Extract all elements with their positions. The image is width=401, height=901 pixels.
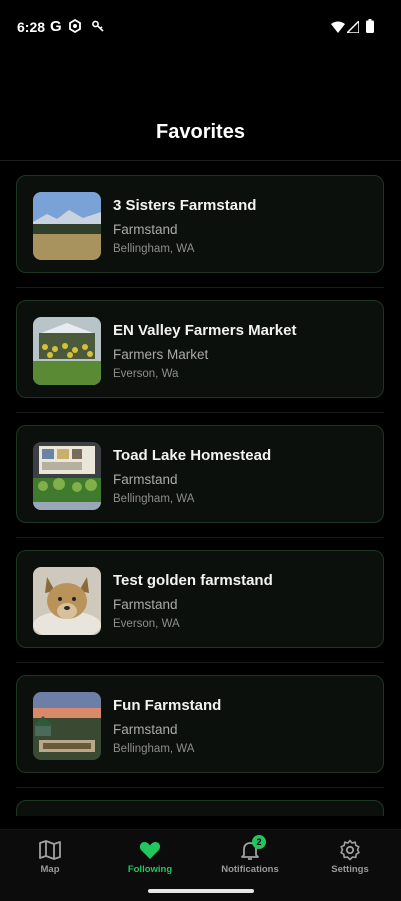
farm-thumbnail [33, 317, 101, 385]
page-title: Favorites [156, 121, 245, 143]
divider [16, 412, 384, 413]
farm-thumbnail [33, 567, 101, 635]
farm-type: Farmstand [113, 722, 178, 737]
status-time: 6:28 [17, 19, 46, 35]
signal-icon [345, 19, 360, 38]
farm-type: Farmers Market [113, 347, 209, 362]
favorite-card[interactable]: EN Valley Farmers Market Farmers Market … [16, 300, 384, 398]
map-icon [38, 838, 62, 862]
heart-icon [138, 838, 162, 862]
nav-notifications-label: Notifications [221, 864, 279, 875]
divider [16, 787, 384, 788]
farm-name: Fun Farmstand [113, 697, 222, 714]
wifi-icon [331, 20, 345, 38]
nav-map[interactable]: Map [0, 830, 100, 890]
favorite-card[interactable]: Test golden farmstand Farmstand Everson,… [16, 550, 384, 648]
farm-name: Test golden farmstand [113, 572, 273, 589]
divider [16, 287, 384, 288]
favorite-card[interactable]: 3 Sisters Farmstand Farmstand Bellingham… [16, 175, 384, 273]
farm-thumbnail [33, 192, 101, 260]
divider [16, 537, 384, 538]
home-indicator[interactable] [148, 889, 254, 893]
notification-count-badge: 2 [252, 835, 266, 849]
farm-thumbnail [33, 442, 101, 510]
favorites-list[interactable]: 3 Sisters Farmstand Farmstand Bellingham… [0, 161, 401, 816]
favorite-card[interactable]: Fun Farmstand Farmstand Bellingham, WA [16, 675, 384, 773]
farm-name: Toad Lake Homestead [113, 447, 272, 464]
nav-following-label: Following [127, 864, 173, 875]
farm-location: Bellingham, WA [113, 743, 195, 755]
farm-location: Bellingham, WA [113, 493, 195, 505]
farm-type: Farmstand [113, 472, 178, 487]
farm-type: Farmstand [113, 597, 178, 612]
nav-settings[interactable]: Settings [300, 830, 400, 890]
gear-icon [338, 838, 362, 862]
favorite-card-partial[interactable] [16, 800, 384, 816]
battery-icon [366, 19, 374, 38]
farm-name: EN Valley Farmers Market [113, 322, 297, 339]
farm-location: Everson, WA [113, 618, 180, 630]
farm-location: Everson, Wa [113, 368, 179, 380]
header: Favorites [0, 112, 401, 161]
nav-settings-label: Settings [331, 864, 369, 875]
nav-notifications[interactable]: 2 Notifications [200, 830, 300, 890]
settings-gear-status-icon [68, 18, 82, 38]
farm-name: 3 Sisters Farmstand [113, 197, 257, 214]
status-bar: 6:28 G [0, 0, 401, 52]
nav-map-label: Map [40, 864, 60, 875]
nav-following[interactable]: Following [100, 830, 200, 890]
key-status-icon [91, 19, 105, 38]
farm-location: Bellingham, WA [113, 243, 195, 255]
farm-thumbnail [33, 692, 101, 760]
favorite-card[interactable]: Toad Lake Homestead Farmstand Bellingham… [16, 425, 384, 523]
google-icon: G [50, 18, 62, 35]
divider [16, 662, 384, 663]
farm-type: Farmstand [113, 222, 178, 237]
